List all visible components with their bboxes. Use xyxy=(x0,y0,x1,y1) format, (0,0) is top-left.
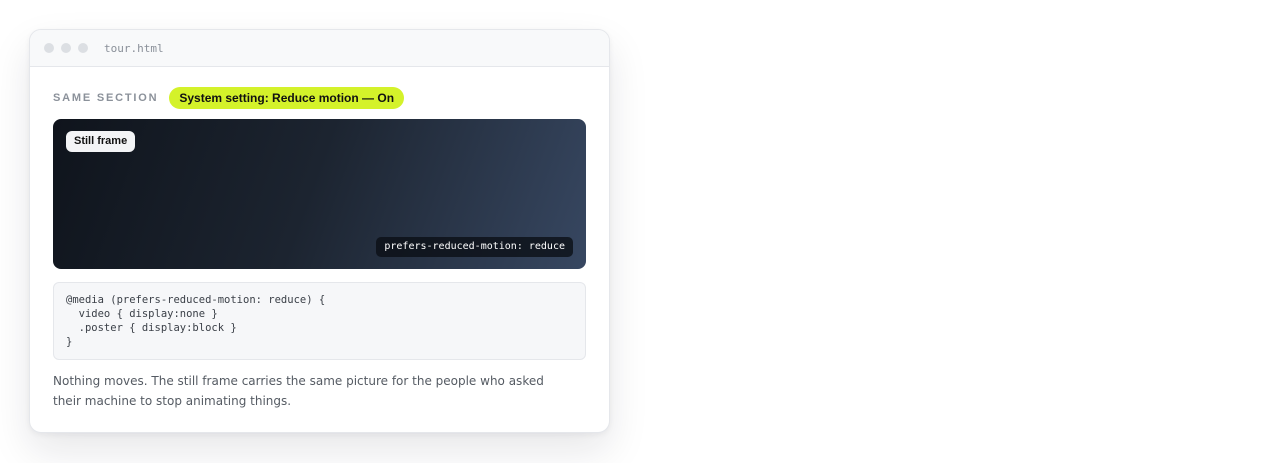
window-maximize-dot[interactable] xyxy=(78,43,88,53)
code-line: } xyxy=(66,336,73,348)
code-line: video { display:none } xyxy=(66,308,218,320)
browser-window: tour.html SAME SECTION System setting: R… xyxy=(29,29,610,433)
code-line: @media (prefers-reduced-motion: reduce) … xyxy=(66,294,326,306)
still-frame-badge: Still frame xyxy=(66,131,136,152)
section-header: SAME SECTION System setting: Reduce moti… xyxy=(53,87,586,109)
reduce-motion-status-badge: System setting: Reduce motion — On xyxy=(169,87,405,109)
css-code-block: @media (prefers-reduced-motion: reduce) … xyxy=(53,282,586,360)
section-label: SAME SECTION xyxy=(53,92,159,104)
window-titlebar: tour.html xyxy=(30,30,609,67)
window-content: SAME SECTION System setting: Reduce moti… xyxy=(30,87,609,411)
window-filename: tour.html xyxy=(104,41,164,55)
media-query-chip: prefers-reduced-motion: reduce xyxy=(376,237,573,257)
window-close-dot[interactable] xyxy=(44,43,54,53)
section-description: Nothing moves. The still frame carries t… xyxy=(53,374,544,408)
poster-still-frame: Still frame prefers-reduced-motion: redu… xyxy=(53,119,586,269)
window-minimize-dot[interactable] xyxy=(61,43,71,53)
code-line: .poster { display:block } xyxy=(66,322,237,334)
